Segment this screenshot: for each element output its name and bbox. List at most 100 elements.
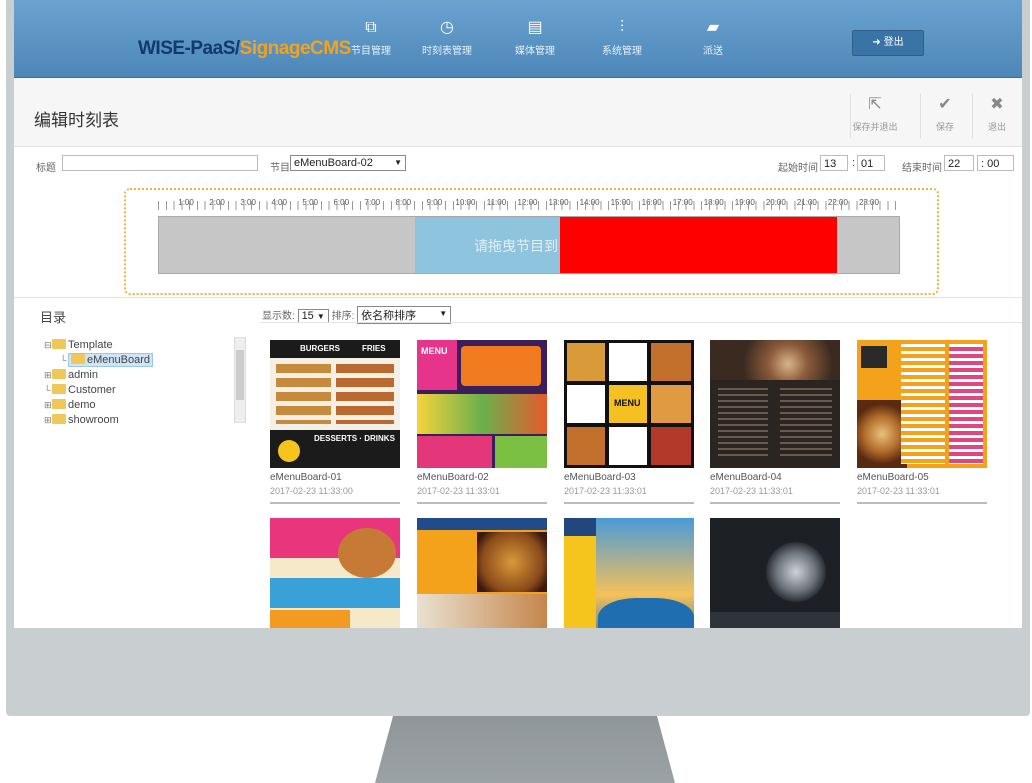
time-colon: :: [852, 157, 856, 169]
program-card[interactable]: [564, 518, 694, 628]
tree-node-label: eMenuBoard: [87, 354, 150, 366]
exit-button[interactable]: ✖ 退出: [972, 94, 1021, 138]
program-name: eMenuBoard-05: [857, 472, 929, 483]
monitor-stand: [375, 716, 675, 783]
nav-program[interactable]: ⧉ 节目管理: [336, 18, 406, 57]
program-thumbnail: [564, 518, 694, 628]
nav-dispatch[interactable]: ▰ 派送: [678, 18, 748, 57]
title-label: 标题: [36, 163, 56, 174]
program-thumbnail: [270, 518, 400, 628]
folder-icon: [52, 414, 66, 424]
program-thumbnail: [710, 518, 840, 628]
title-input[interactable]: [62, 155, 258, 171]
brand-part2: SignageCMS: [239, 38, 352, 59]
program-card[interactable]: eMenuBoard-04 2017-02-23 11:33:01: [710, 340, 840, 504]
display-count-select[interactable]: 15 ▼: [297, 309, 329, 323]
program-date: 2017-02-23 11:33:01: [857, 486, 940, 496]
save-button[interactable]: ✔ 保存: [920, 94, 969, 138]
tree-node[interactable]: ⊞ demo: [44, 398, 249, 413]
thumb-text: BURGERS: [300, 344, 341, 353]
sort-label: 排序: [331, 311, 352, 322]
program-thumbnail: MENU: [564, 340, 694, 468]
collapse-icon[interactable]: ⊟: [44, 338, 52, 353]
nav-label: 派送: [703, 46, 723, 57]
brand-part1: WISE-PaaS/: [138, 38, 240, 59]
nav-label: 媒体管理: [515, 46, 555, 57]
tree-node[interactable]: ⊞ admin: [44, 368, 249, 383]
chevron-down-icon: ▼: [439, 309, 448, 318]
brand-logo[interactable]: WISE-PaaS/SignageCMS: [138, 38, 351, 60]
card-underline: [417, 502, 547, 504]
program-card[interactable]: BURGERS FRIES DESSERTS · DRINKS eMenuBoa…: [270, 340, 400, 504]
program-thumbnail: [417, 518, 547, 628]
save-exit-button[interactable]: ⇱ 保存并退出: [850, 94, 899, 138]
program-card[interactable]: [417, 518, 547, 628]
end-minute-input[interactable]: : 00: [977, 155, 1014, 171]
end-hour-input[interactable]: 22: [944, 155, 974, 171]
card-underline: [270, 502, 400, 504]
tree-node[interactable]: └ eMenuBoard: [44, 353, 249, 368]
card-underline: [857, 502, 987, 504]
nav-label: 时刻表管理: [422, 46, 472, 57]
logout-label: 登出: [883, 37, 904, 48]
start-minute-input[interactable]: 01: [857, 155, 885, 171]
expand-icon[interactable]: ⊞: [44, 368, 52, 383]
logout-icon: ➜: [872, 37, 881, 48]
program-date: 2017-02-23 11:33:01: [417, 486, 500, 496]
nav-system[interactable]: ⫶ 系统管理: [587, 18, 657, 57]
program-card[interactable]: [270, 518, 400, 628]
folder-icon: [52, 369, 66, 379]
directory-title: 目录: [40, 310, 67, 325]
thumb-text: MENU: [614, 398, 641, 408]
folder-icon: [52, 399, 66, 409]
tree-node[interactable]: └ Customer: [44, 383, 249, 398]
program-date: 2017-02-23 11:33:00: [270, 486, 353, 496]
media-icon: ▤: [527, 19, 543, 36]
tree-node[interactable]: ⊞ showroom: [44, 413, 249, 428]
thumb-text: DESSERTS · DRINKS: [314, 434, 395, 443]
chevron-down-icon: ▼: [394, 158, 402, 167]
program-card[interactable]: MENU eMenuBoard-03 2017-02-23 11:33:01: [564, 340, 694, 504]
program-name: eMenuBoard-01: [270, 472, 342, 483]
section-divider: [14, 297, 1022, 298]
clock-icon: ◷: [440, 19, 454, 36]
tree-scrollbar[interactable]: [234, 337, 246, 423]
expand-icon[interactable]: ⊞: [44, 413, 52, 428]
folder-icon: [71, 354, 85, 364]
chevron-down-icon: ▼: [316, 312, 325, 321]
program-card[interactable]: eMenuBoard-05 2017-02-23 11:33:01: [857, 340, 987, 504]
start-hour-input[interactable]: 13: [820, 155, 848, 171]
folder-icon: [52, 384, 66, 394]
exit-label: 退出: [987, 122, 1006, 132]
start-time-label: 起始时间: [778, 163, 818, 174]
program-date: 2017-02-23 11:33:01: [710, 486, 793, 496]
nav-media[interactable]: ▤ 媒体管理: [500, 18, 570, 57]
program-select-value: eMenuBoard-02: [294, 157, 373, 169]
sort-value: 依名称排序: [361, 310, 417, 322]
program-label: 节目: [270, 163, 290, 174]
card-underline: [710, 502, 840, 504]
schedule-segment[interactable]: [559, 217, 838, 273]
nav-schedule[interactable]: ◷ 时刻表管理: [412, 18, 482, 57]
program-thumbnail: [857, 340, 987, 468]
end-time-label: 结束时间: [902, 163, 942, 174]
page-title: 编辑时刻表: [34, 111, 119, 130]
gallery-divider: [260, 322, 1022, 323]
folder-icon: [52, 339, 66, 349]
save-label: 保存: [935, 122, 954, 132]
tree-node[interactable]: ⊟ Template: [44, 338, 249, 353]
nav-label: 系统管理: [602, 46, 642, 57]
program-select[interactable]: eMenuBoard-02 ▼: [290, 155, 406, 171]
end-minute-value: 00: [987, 158, 1000, 170]
program-name: eMenuBoard-03: [564, 472, 636, 483]
tree-node-label: showroom: [68, 414, 119, 426]
program-card[interactable]: [710, 518, 840, 628]
timeline-ruler-ticks: [158, 201, 903, 210]
tree-scrollbar-thumb[interactable]: [236, 350, 244, 400]
tree-connector-icon: └: [44, 385, 51, 395]
timeline-track[interactable]: 请拖曳节目到: [158, 216, 900, 274]
program-card[interactable]: MENU eMenuBoard-02 2017-02-23 11:33:01: [417, 340, 547, 504]
expand-icon[interactable]: ⊞: [44, 398, 52, 413]
check-icon: ✔: [938, 96, 952, 113]
logout-button[interactable]: ➜ 登出: [852, 30, 924, 56]
